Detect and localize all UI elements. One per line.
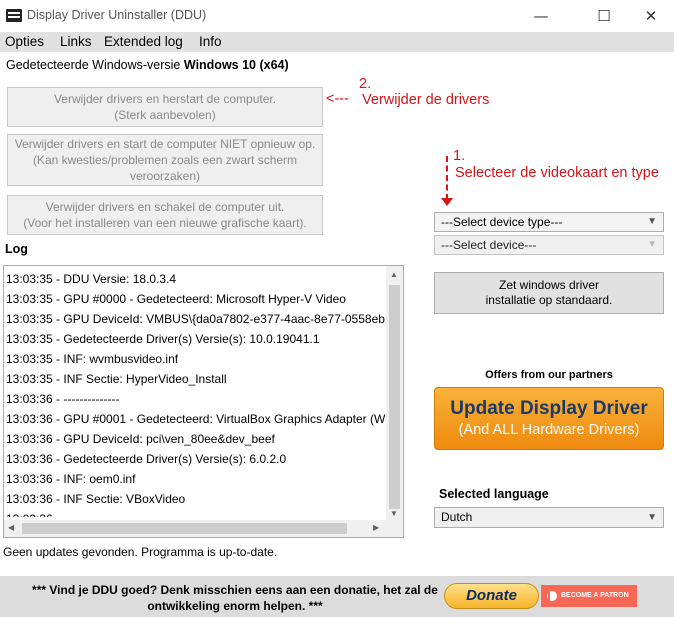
donate-button[interactable]: Donate xyxy=(444,583,539,609)
chevron-down-icon: ▼ xyxy=(647,512,657,523)
title-bar: Display Driver Uninstaller (DDU) — ☐ ✕ xyxy=(0,0,674,32)
button-line: veroorzaken) xyxy=(129,169,201,183)
clean-and-restart-button[interactable]: Verwijder drivers en herstart de compute… xyxy=(7,87,323,127)
ad-subtitle: (And ALL Hardware Drivers) xyxy=(458,421,640,438)
close-button[interactable]: ✕ xyxy=(628,0,674,31)
horizontal-scroll-thumb[interactable] xyxy=(22,523,347,534)
log-horizontal-scrollbar[interactable]: ◀ ▶ xyxy=(4,520,386,537)
os-version-label: Gedetecteerde Windows-versie xyxy=(6,58,181,72)
menu-extended-log[interactable]: Extended log xyxy=(104,34,183,49)
clean-and-shutdown-button[interactable]: Verwijder drivers en schakel de computer… xyxy=(7,195,323,235)
button-line: (Kan kwesties/problemen zoals een zwart … xyxy=(32,153,298,167)
button-line: installatie op standaard. xyxy=(485,293,613,307)
log-line: 13:03:35 - DDU Versie: 18.0.3.4 xyxy=(6,272,177,286)
chevron-down-icon: ▼ xyxy=(647,239,657,250)
log-line: 13:03:36 - INF: oem0.inf xyxy=(6,472,136,486)
button-line: Verwijder drivers en herstart de compute… xyxy=(53,92,277,106)
app-icon xyxy=(6,9,22,22)
button-line: (Sterk aanbevolen) xyxy=(114,108,216,122)
donation-message: *** Vind je DDU goed? Denk misschien een… xyxy=(32,583,438,613)
log-line: 13:03:35 - INF Sectie: HyperVideo_Instal… xyxy=(6,372,227,386)
scroll-left-icon[interactable]: ◀ xyxy=(8,523,14,532)
os-version-value: Windows 10 (x64) xyxy=(183,58,289,72)
update-driver-ad-button[interactable]: Update Display Driver (And ALL Hardware … xyxy=(434,387,664,450)
vertical-scroll-thumb[interactable] xyxy=(389,285,400,509)
button-line: Verwijder drivers en start de computer N… xyxy=(14,137,316,151)
menu-opties[interactable]: Opties xyxy=(5,34,44,49)
annotation-step-2-number: 2. xyxy=(359,76,372,92)
become-patron-button[interactable]: BECOME A PATRON xyxy=(541,585,637,607)
window-title: Display Driver Uninstaller (DDU) xyxy=(27,8,207,22)
log-line: 13:03:36 - GPU #0001 - Gedetecteerd: Vir… xyxy=(6,412,386,426)
log-line: 13:03:36 - GPU DeviceId: pci\ven_80ee&de… xyxy=(6,432,275,446)
status-text: Geen updates gevonden. Programma is up-t… xyxy=(3,545,278,559)
log-vertical-scrollbar[interactable]: ▲ ▼ xyxy=(386,266,403,522)
patron-label: BECOME A PATRON xyxy=(561,592,629,599)
annotation-step-1-text: Selecteer de videokaart en type xyxy=(455,165,659,181)
annotation-step-1-number: 1. xyxy=(453,148,466,164)
set-default-driver-install-button[interactable]: Zet windows driver installatie op standa… xyxy=(434,272,664,314)
menu-info[interactable]: Info xyxy=(199,34,222,49)
annotation-dashed-line xyxy=(446,156,448,200)
annotation-left-arrow-icon: <--- xyxy=(326,91,349,107)
log-line: 13:03:36 - INF Sectie: VBoxVideo xyxy=(6,492,186,506)
button-line: Zet windows driver xyxy=(498,278,600,292)
device-select-value: ---Select device--- xyxy=(441,238,537,252)
log-line: 13:03:35 - GPU #0000 - Gedetecteerd: Mic… xyxy=(6,292,346,306)
os-version: Gedetecteerde Windows-versie Windows 10 … xyxy=(6,58,289,72)
patreon-icon xyxy=(547,591,557,601)
scrollbar-corner xyxy=(386,520,403,537)
chevron-down-icon: ▼ xyxy=(647,216,657,227)
clean-no-restart-button[interactable]: Verwijder drivers en start de computer N… xyxy=(7,134,323,186)
log-box: 13:03:35 - DDU Versie: 18.0.3.4 13:03:35 … xyxy=(3,265,404,538)
menu-links[interactable]: Links xyxy=(60,34,92,49)
log-line: 13:03:35 - INF: wvmbusvideo.inf xyxy=(6,352,179,366)
log-line: 13:03:36 - xyxy=(6,509,386,517)
footer: *** Vind je DDU goed? Denk misschien een… xyxy=(0,576,674,617)
maximize-button[interactable]: ☐ xyxy=(581,0,627,31)
annotation-down-arrow-icon xyxy=(441,198,453,206)
button-line: Verwijder drivers en schakel de computer… xyxy=(45,200,285,214)
device-type-select-value: ---Select device type--- xyxy=(441,215,563,229)
log-line: 13:03:35 - Gedetecteerde Driver(s) Versi… xyxy=(6,332,320,346)
language-label: Selected language xyxy=(439,487,549,501)
device-select[interactable]: ---Select device--- ▼ xyxy=(434,235,664,255)
ad-title: Update Display Driver xyxy=(450,397,648,419)
button-line: (Voor het installeren van een nieuwe gra… xyxy=(23,216,307,230)
scroll-down-icon[interactable]: ▼ xyxy=(390,509,398,518)
scroll-right-icon[interactable]: ▶ xyxy=(373,523,379,532)
scroll-up-icon[interactable]: ▲ xyxy=(390,270,398,279)
log-line: 13:03:35 - GPU DeviceId: VMBUS\{da0a7802… xyxy=(6,312,386,326)
log-label: Log xyxy=(5,242,28,256)
log-lines: 13:03:35 - DDU Versie: 18.0.3.4 13:03:35 … xyxy=(6,269,386,517)
language-select[interactable]: Dutch ▼ xyxy=(434,507,664,528)
menu-bar: Opties Links Extended log Info xyxy=(0,32,674,52)
annotation-step-2-text: Verwijder de drivers xyxy=(362,92,490,108)
minimize-button[interactable]: — xyxy=(518,0,564,31)
log-line: 13:03:36 - -------------- xyxy=(6,392,120,406)
log-line: 13:03:36 - Gedetecteerde Driver(s) Versi… xyxy=(6,452,287,466)
language-select-value: Dutch xyxy=(441,510,473,524)
device-type-select[interactable]: ---Select device type--- ▼ xyxy=(434,212,664,232)
partners-label: Offers from our partners xyxy=(485,369,613,381)
